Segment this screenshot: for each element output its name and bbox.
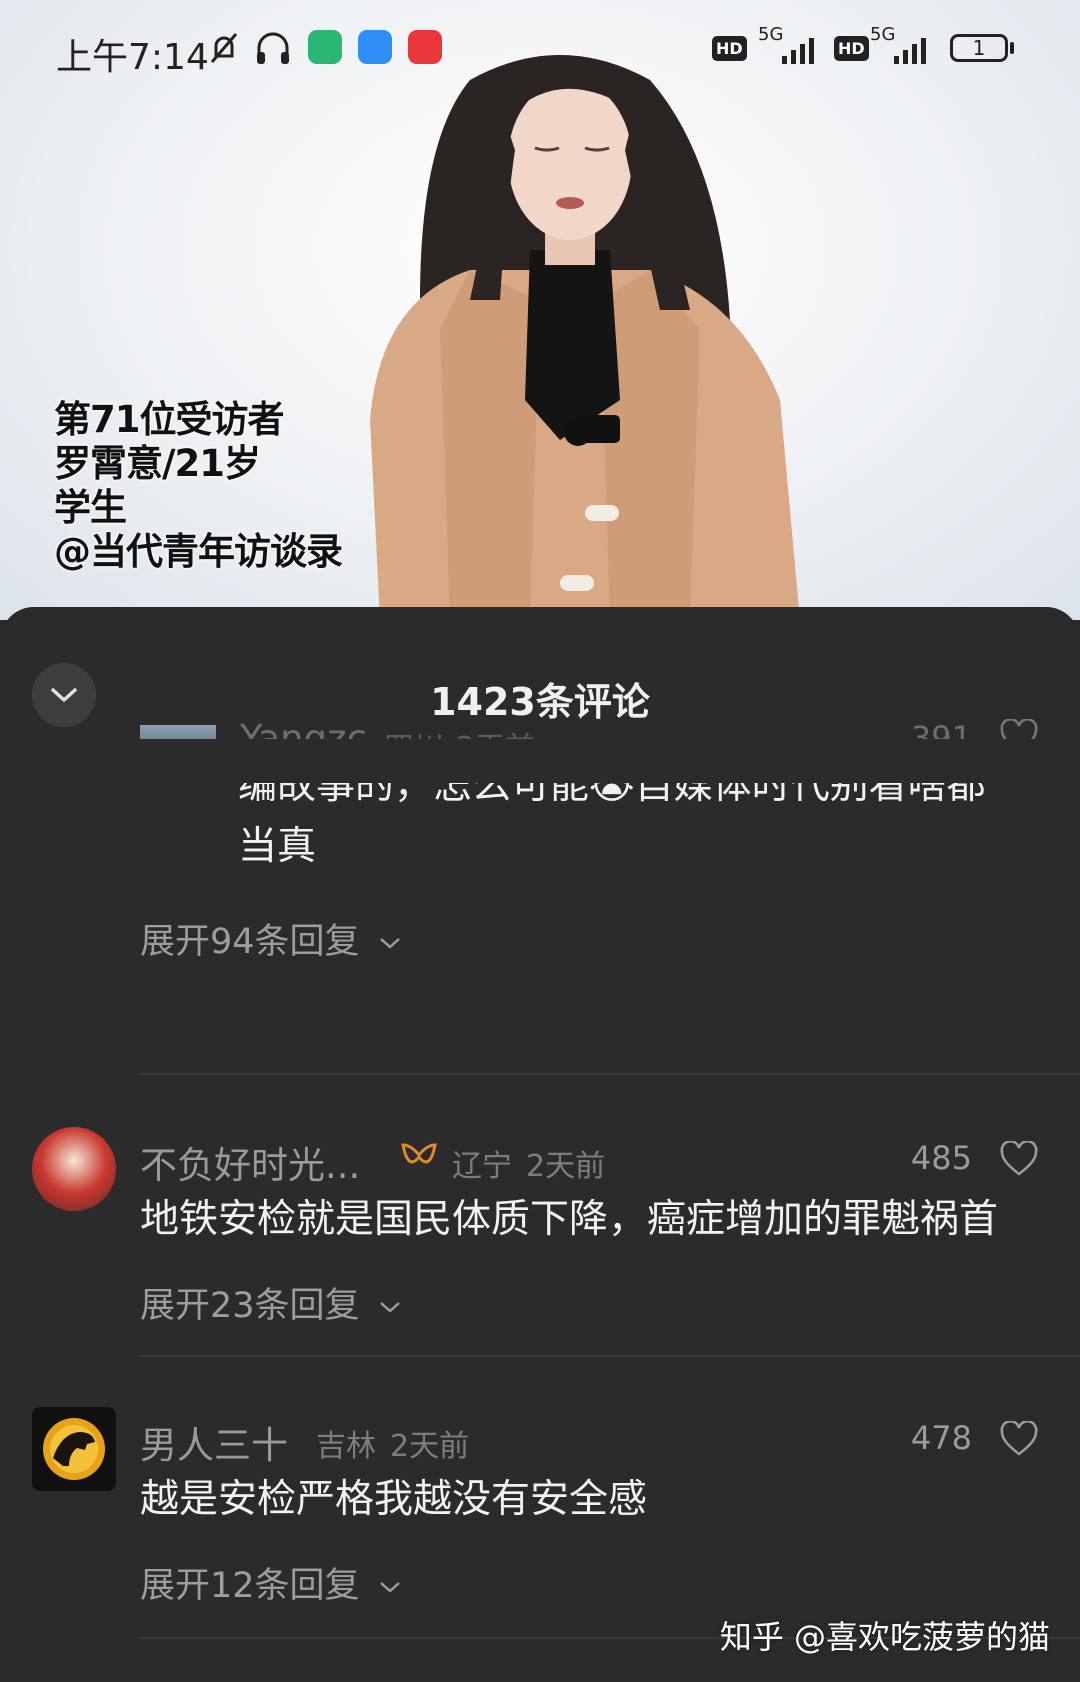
app-shield-icon (308, 30, 342, 64)
avatar[interactable] (32, 1127, 116, 1211)
video-caption: 第71位受访者 罗霄意/21岁 学生 @当代青年访谈录 (54, 398, 343, 574)
expand-replies-button[interactable]: 展开12条回复 (140, 1557, 402, 1608)
caption-line: 学生 (54, 486, 127, 529)
comment-time: 2天前 (526, 1149, 606, 1184)
comment-text: 越是安检严格我越没有安全感 (140, 1477, 648, 1522)
dinosaur-logo-icon (43, 1418, 105, 1480)
expand-replies-button[interactable]: 展开94条回复 (140, 913, 402, 964)
comment-time: 2天前 (390, 1429, 470, 1464)
comment-item: 男人三十 吉林 2天前 478 越是安检严格我越没有安全感 展开12条回复 (0, 1397, 1080, 1647)
comment-region: 吉林 (316, 1429, 376, 1464)
hd-badge-1: HD (712, 36, 747, 61)
expand-replies-label: 展开94条回复 (140, 922, 360, 962)
caption-line: 第71位受访者 (54, 398, 285, 441)
comment-text: 地铁安检就是国民体质下降，癌症增加的罪魁祸首 (140, 1197, 999, 1242)
hd-badge-2: HD (834, 36, 869, 61)
divider (140, 1073, 1080, 1075)
comments-sheet: 1423条评论 Yangzc 四川 2天前 391 编故事的，怎么可能😭自媒体时… (0, 607, 1080, 1682)
signal-icon-1 (782, 38, 814, 64)
vip-badge-icon (401, 1143, 437, 1164)
chevron-down-icon (379, 938, 400, 949)
comment-item: 不负好时光... 辽宁 2天前 485 地铁安检就是国民体质下降，癌症增加的罪魁… (0, 1117, 1080, 1367)
scroll-fade (0, 739, 1080, 783)
signal-icon-2 (894, 38, 926, 64)
comment-region: 辽宁 (452, 1149, 512, 1184)
expand-replies-label: 展开23条回复 (140, 1286, 360, 1326)
video-player[interactable]: 上午7:14 HD 5G HD 5G 1 第71位受访者 罗霄意/21岁 学生 … (0, 0, 1080, 620)
caption-line: 罗霄意/21岁 (54, 442, 261, 485)
app-cloud-icon (358, 30, 392, 64)
comment-text-part: 当真 (238, 824, 317, 869)
battery-tip (1010, 42, 1014, 54)
comment-username[interactable]: 男人三十 (140, 1415, 288, 1469)
battery-level: 1 (972, 36, 986, 60)
app-music-icon (408, 30, 442, 64)
chevron-down-icon (379, 1582, 400, 1593)
watermark: 知乎 @喜欢吃菠萝的猫 (719, 1618, 1050, 1656)
like-count: 485 (910, 1139, 972, 1177)
status-time: 上午7:14 (56, 37, 209, 78)
heart-icon[interactable] (1000, 1141, 1038, 1177)
battery-icon: 1 (950, 34, 1008, 62)
mute-bell-icon (210, 33, 238, 63)
divider (140, 1355, 1080, 1357)
heart-icon[interactable] (1000, 1421, 1038, 1457)
chevron-down-icon (379, 1302, 400, 1313)
caption-line: @当代青年访谈录 (54, 530, 343, 573)
expand-replies-label: 展开12条回复 (140, 1566, 360, 1606)
comment-username[interactable]: 不负好时光... (140, 1135, 360, 1189)
expand-replies-button[interactable]: 展开23条回复 (140, 1277, 402, 1328)
status-bar: 上午7:14 HD 5G HD 5G 1 (0, 0, 1080, 100)
avatar[interactable] (32, 1407, 116, 1491)
headphones-icon (257, 32, 289, 64)
like-count: 478 (910, 1419, 972, 1457)
